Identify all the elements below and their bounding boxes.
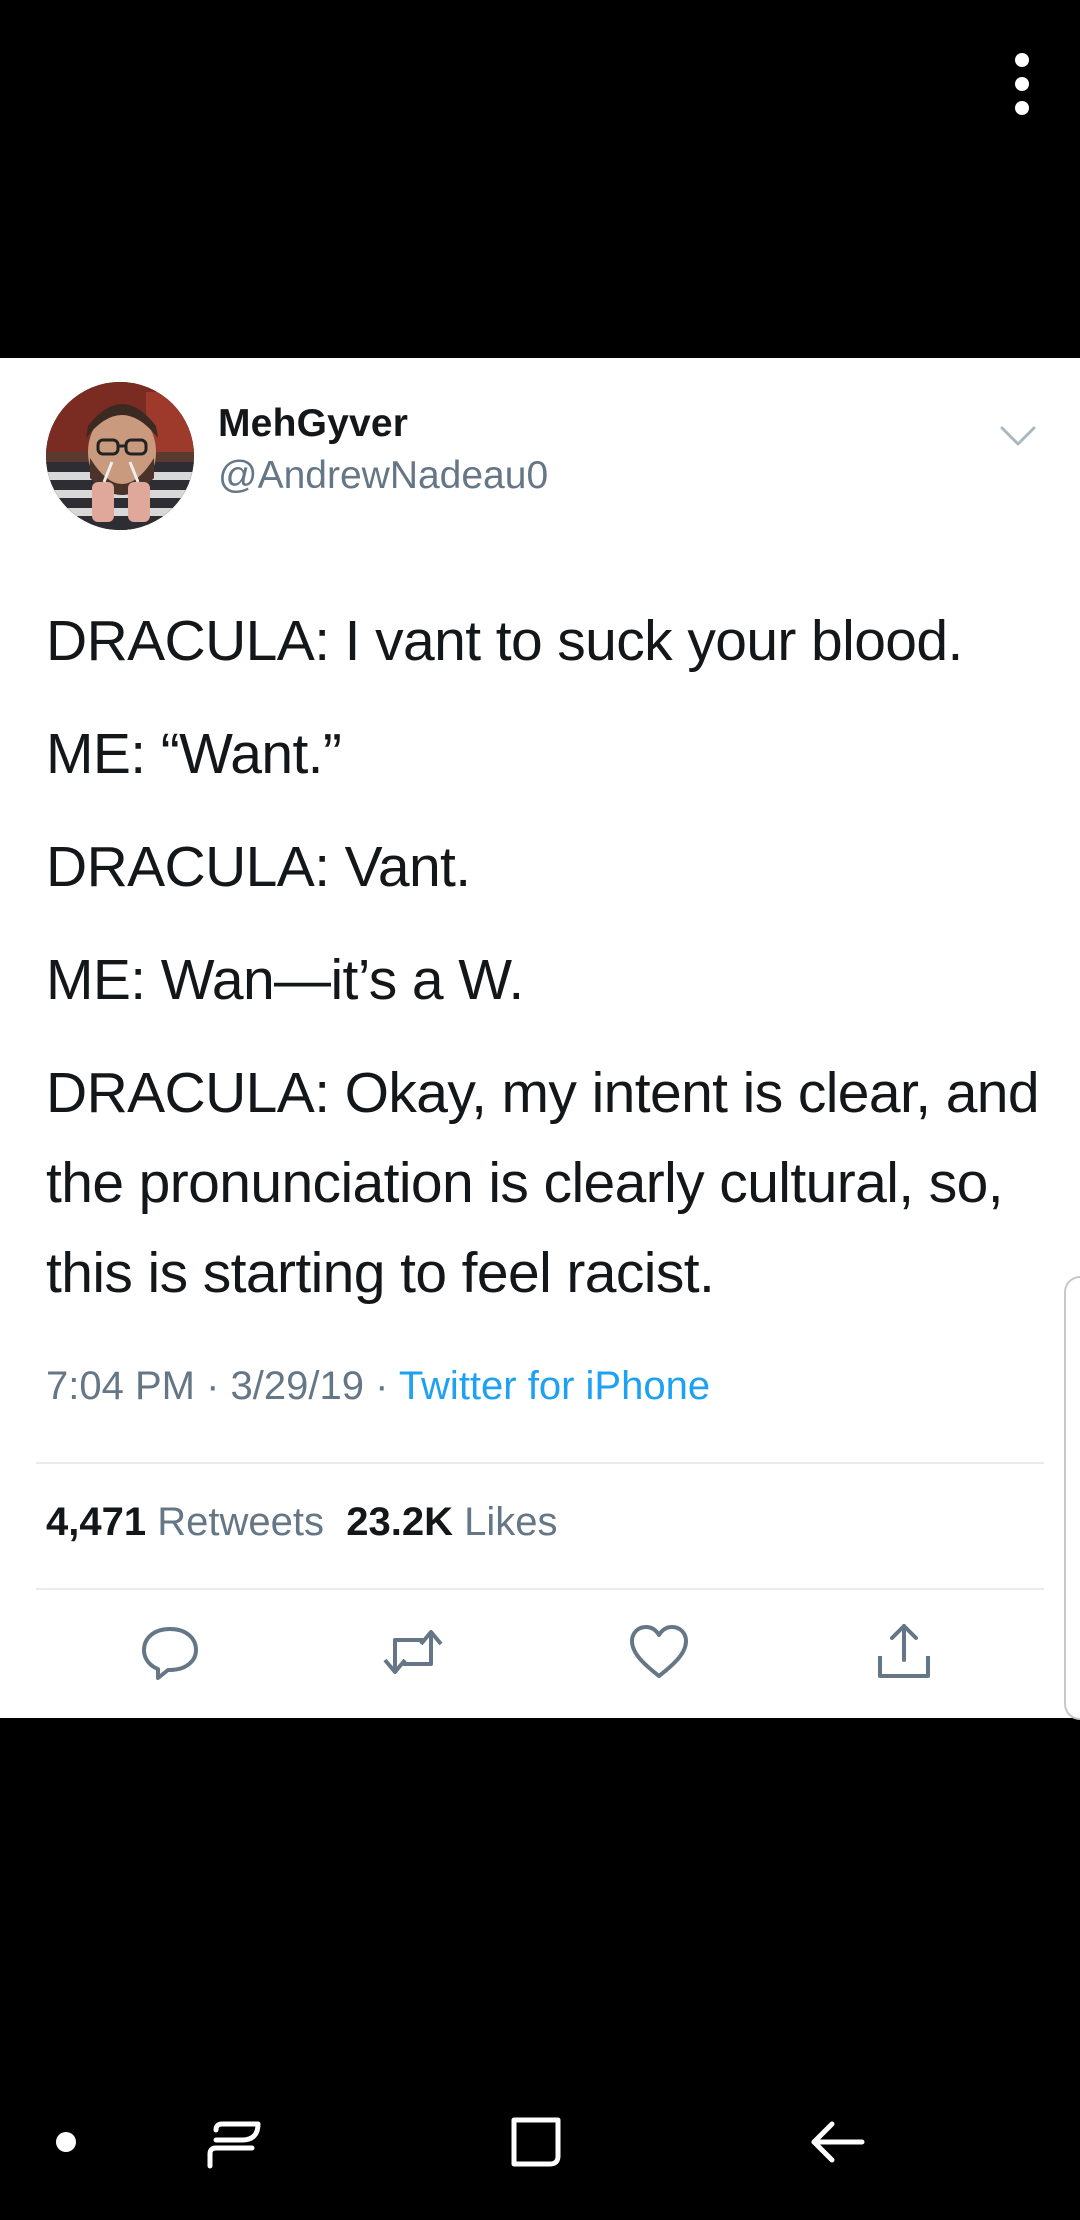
menu-dot xyxy=(1015,77,1029,91)
tweet-line: DRACULA: Okay, my intent is clear, and t… xyxy=(46,1061,1040,1305)
retweets-count: 4,471 xyxy=(46,1500,147,1544)
tweet-actions xyxy=(0,1620,1080,1700)
avatar[interactable] xyxy=(46,382,194,530)
nav-dot-icon[interactable] xyxy=(34,2110,98,2174)
meta-separator: · xyxy=(194,1364,231,1408)
share-icon[interactable] xyxy=(872,1620,936,1684)
top-area xyxy=(0,0,1080,358)
tweet-stats: 4,471 Retweets 23.2K Likes xyxy=(46,1500,557,1545)
divider xyxy=(36,1588,1044,1590)
recents-icon[interactable] xyxy=(202,2110,266,2174)
more-vertical-icon[interactable] xyxy=(992,44,1052,124)
like-icon[interactable] xyxy=(627,1620,691,1684)
tweet-text: DRACULA: I vant to suck your blood. ME: … xyxy=(46,596,1046,1341)
tweet-card: MehGyver @AndrewNadeau0 DRACULA: I vant … xyxy=(0,358,1080,1720)
reply-icon[interactable] xyxy=(138,1620,202,1684)
tweet-line: ME: Wan—it’s a W. xyxy=(46,948,524,1012)
system-nav-bar xyxy=(0,2090,1080,2200)
likes-count: 23.2K xyxy=(346,1500,453,1544)
tweet-line: DRACULA: Vant. xyxy=(46,835,471,899)
tweet-source[interactable]: Twitter for iPhone xyxy=(399,1364,710,1408)
tweet-meta: 7:04 PM · 3/29/19 · Twitter for iPhone xyxy=(46,1364,710,1409)
author-handle[interactable]: @AndrewNadeau0 xyxy=(218,454,548,498)
home-icon[interactable] xyxy=(504,2110,568,2174)
retweets-label: Retweets xyxy=(157,1500,324,1544)
tweet-line: ME: “Want.” xyxy=(46,722,342,786)
menu-dot xyxy=(1015,53,1029,67)
tweet-date[interactable]: 3/29/19 xyxy=(231,1364,364,1408)
retweet-icon[interactable] xyxy=(381,1620,445,1684)
tweet-line: DRACULA: I vant to suck your blood. xyxy=(46,609,963,673)
fast-scroll-handle[interactable] xyxy=(1064,1276,1080,1720)
retweets-stat[interactable]: 4,471 Retweets xyxy=(46,1500,324,1544)
chevron-down-icon[interactable] xyxy=(996,414,1040,458)
divider xyxy=(36,1462,1044,1464)
author-display-name[interactable]: MehGyver xyxy=(218,402,408,446)
meta-separator: · xyxy=(363,1364,399,1408)
likes-label: Likes xyxy=(464,1500,558,1544)
tweet-time[interactable]: 7:04 PM xyxy=(46,1364,195,1408)
back-icon[interactable] xyxy=(806,2110,870,2174)
likes-stat[interactable]: 23.2K Likes xyxy=(346,1500,557,1544)
menu-dot xyxy=(1015,101,1029,115)
